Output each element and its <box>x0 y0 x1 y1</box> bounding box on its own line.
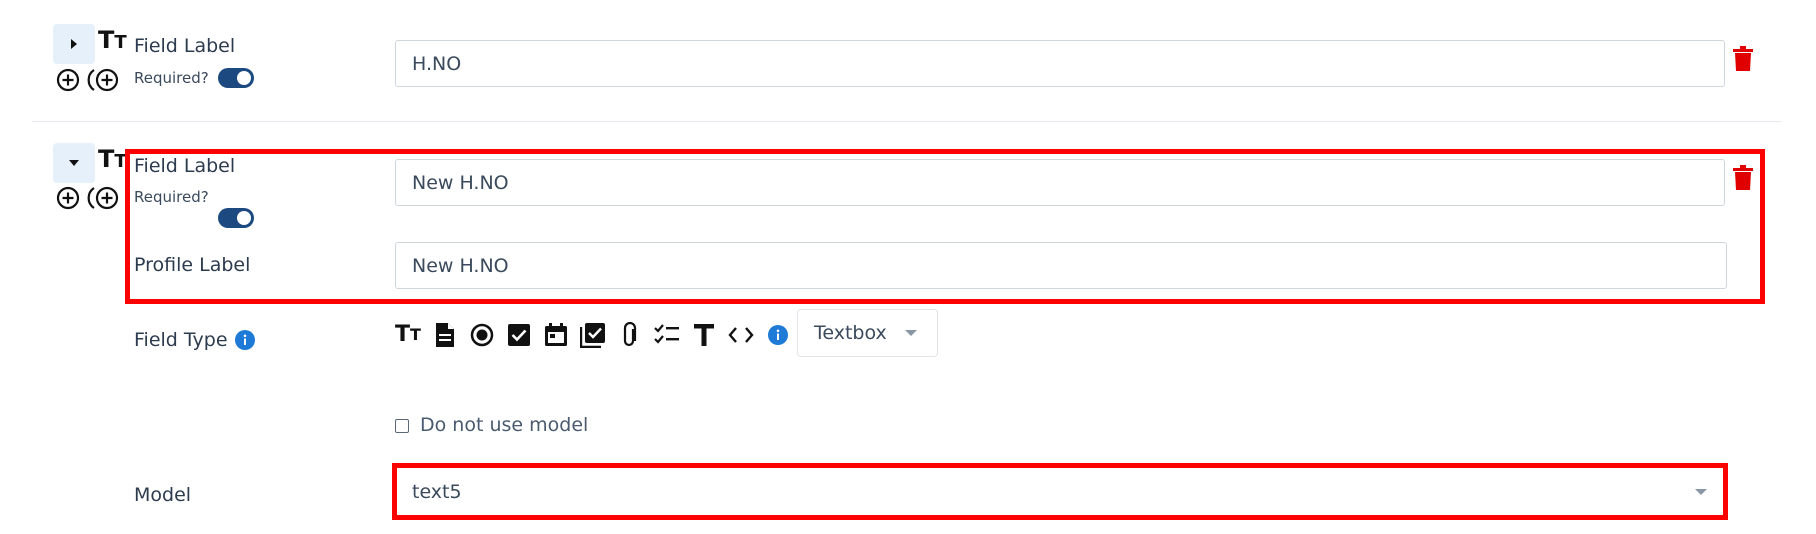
info-icon[interactable] <box>765 322 791 348</box>
model-select-value: text5 <box>412 480 462 503</box>
do-not-use-model-checkbox[interactable] <box>395 419 409 433</box>
field-type-select-value: Textbox <box>814 322 887 344</box>
text-size-icon: TT <box>98 145 127 173</box>
model-select[interactable]: text5 <box>397 468 1723 515</box>
checkbox-icon[interactable] <box>506 322 532 348</box>
collapse-row-button[interactable] <box>53 143 95 183</box>
field-label-input-value: H.NO <box>412 52 462 75</box>
field-type-info-icon[interactable] <box>235 330 255 354</box>
chevron-down-icon <box>1695 488 1707 495</box>
toggle-knob <box>237 71 251 85</box>
expand-row-button[interactable] <box>53 24 95 64</box>
field-type-select[interactable]: Textbox <box>797 309 938 357</box>
required-label: Required? <box>134 69 209 87</box>
add-nested-field-icon[interactable] <box>87 68 119 96</box>
add-field-icon[interactable] <box>56 186 80 214</box>
field-label-text: Field Label <box>134 155 236 177</box>
field-label-input[interactable]: H.NO <box>395 40 1725 87</box>
required-toggle[interactable] <box>218 208 254 228</box>
delete-row-button[interactable] <box>1732 165 1754 195</box>
profile-label-text: Profile Label <box>134 254 251 276</box>
calendar-icon[interactable] <box>543 322 569 348</box>
field-type-label: Field Type <box>134 329 228 351</box>
trash-icon <box>1733 46 1753 71</box>
radio-icon[interactable] <box>469 322 495 348</box>
add-field-icon[interactable] <box>56 68 80 96</box>
toggle-knob <box>237 211 251 225</box>
text-icon[interactable] <box>691 322 717 348</box>
do-not-use-model-label[interactable]: Do not use model <box>420 414 588 436</box>
row-divider <box>32 121 1782 122</box>
document-icon[interactable] <box>432 322 458 348</box>
trash-icon <box>1733 165 1753 190</box>
checklist-icon[interactable] <box>654 322 680 348</box>
chevron-down-icon <box>904 330 917 336</box>
field-label-input[interactable]: New H.NO <box>395 159 1725 206</box>
profile-label-input[interactable]: New H.NO <box>395 242 1727 289</box>
text-size-icon[interactable]: TT <box>395 322 421 348</box>
profile-label-input-value: New H.NO <box>412 254 509 277</box>
multi-checkbox-icon[interactable] <box>580 322 606 348</box>
required-label: Required? <box>134 188 209 206</box>
field-label-text: Field Label <box>134 35 236 57</box>
model-label: Model <box>134 484 192 506</box>
add-nested-field-icon[interactable] <box>87 186 119 214</box>
paperclip-icon[interactable] <box>617 322 643 348</box>
delete-row-button[interactable] <box>1732 46 1754 76</box>
caret-down-icon <box>69 160 79 166</box>
field-type-icon-bar: TT <box>395 322 791 348</box>
required-toggle[interactable] <box>218 68 254 88</box>
text-size-icon: TT <box>98 26 127 54</box>
caret-right-icon <box>71 39 77 49</box>
code-icon[interactable] <box>728 322 754 348</box>
field-label-input-value: New H.NO <box>412 171 509 194</box>
